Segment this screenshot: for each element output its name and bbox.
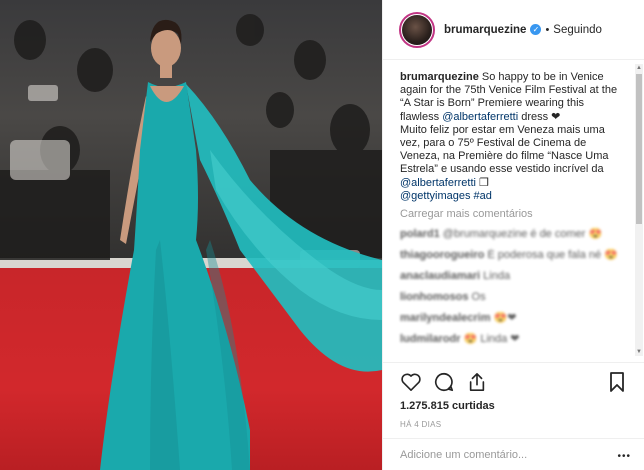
heart-icon[interactable] bbox=[399, 370, 423, 394]
more-options-icon[interactable]: ••• bbox=[617, 451, 631, 462]
post-photo[interactable] bbox=[0, 0, 382, 470]
share-icon[interactable] bbox=[465, 370, 489, 394]
header-username[interactable]: brumarquezine bbox=[444, 24, 526, 36]
post-timestamp[interactable]: HÁ 4 DIAS bbox=[400, 420, 441, 429]
scroll-up-arrow-icon[interactable]: ▲ bbox=[635, 64, 643, 72]
comment-text: Linda bbox=[483, 270, 511, 283]
comment-text: @brumarquezine é de comer 😍 bbox=[442, 228, 603, 241]
post-side-panel: brumarquezine ✓ • Seguindo brumarquezine… bbox=[382, 0, 644, 470]
scroll-thumb[interactable] bbox=[636, 74, 642, 224]
caption-mention-getty[interactable]: @gettyimages bbox=[400, 190, 470, 202]
likes-count[interactable]: 1.275.815 curtidas bbox=[400, 400, 495, 412]
caption-username[interactable]: brumarquezine bbox=[400, 71, 479, 83]
list-item: thiagoorogueiro É poderosa que fala né 😍 bbox=[400, 249, 625, 262]
list-item: marilyndealecrim 😍❤ bbox=[400, 312, 625, 325]
caption-mention-pt[interactable]: @albertaferretti bbox=[400, 177, 476, 189]
caption-hashtag[interactable]: #ad bbox=[474, 190, 492, 202]
load-more-comments-button[interactable]: Carregar mais comentários bbox=[400, 208, 625, 220]
comment-text: 😍 Linda ❤ bbox=[463, 333, 520, 346]
list-item: lionhomosos Os bbox=[400, 291, 625, 304]
post-header: brumarquezine ✓ • Seguindo bbox=[383, 0, 644, 60]
comments-section: brumarquezine So happy to be in Venice a… bbox=[383, 61, 644, 359]
comment-icon[interactable] bbox=[432, 370, 456, 394]
post-caption: brumarquezine So happy to be in Venice a… bbox=[400, 71, 625, 203]
verified-badge-icon: ✓ bbox=[530, 24, 542, 35]
add-comment-bar: ••• bbox=[383, 438, 644, 470]
comment-text: É poderosa que fala né 😍 bbox=[487, 249, 618, 262]
comment-input[interactable] bbox=[400, 448, 610, 461]
comment-username[interactable]: lionhomosos bbox=[400, 291, 468, 303]
dress-figure bbox=[0, 14, 382, 470]
header-separator: • bbox=[545, 23, 550, 36]
comment-text: 😍❤ bbox=[493, 312, 517, 325]
caption-text-pt-2: ❐ bbox=[475, 176, 489, 189]
caption-text-en-2: dress ❤ bbox=[518, 110, 561, 123]
scroll-down-arrow-icon[interactable]: ▼ bbox=[635, 348, 643, 356]
caption-mention-en[interactable]: @albertaferretti bbox=[442, 111, 518, 123]
following-button[interactable]: Seguindo bbox=[553, 24, 602, 36]
comment-username[interactable]: thiagoorogueiro bbox=[400, 249, 484, 261]
comments-scrollbar[interactable]: ▲ ▼ bbox=[635, 64, 643, 356]
bookmark-icon[interactable] bbox=[605, 370, 629, 394]
comment-username[interactable]: marilyndealecrim bbox=[400, 312, 491, 324]
comment-text: Os bbox=[471, 291, 486, 304]
comment-username[interactable]: anaclaudiamari bbox=[400, 270, 480, 282]
list-item: ludmilarodr 😍 Linda ❤ bbox=[400, 333, 625, 346]
action-bar bbox=[383, 362, 644, 400]
avatar-image bbox=[402, 14, 432, 45]
comment-username[interactable]: polard1 bbox=[400, 228, 440, 240]
instagram-post: brumarquezine ✓ • Seguindo brumarquezine… bbox=[0, 0, 644, 470]
comment-username[interactable]: ludmilarodr bbox=[400, 333, 461, 345]
avatar[interactable] bbox=[399, 11, 435, 48]
list-item: polard1 @brumarquezine é de comer 😍 bbox=[400, 228, 625, 241]
list-item: anaclaudiamari Linda bbox=[400, 270, 625, 283]
caption-text-pt-1: Muito feliz por estar em Veneza mais uma… bbox=[400, 123, 609, 176]
